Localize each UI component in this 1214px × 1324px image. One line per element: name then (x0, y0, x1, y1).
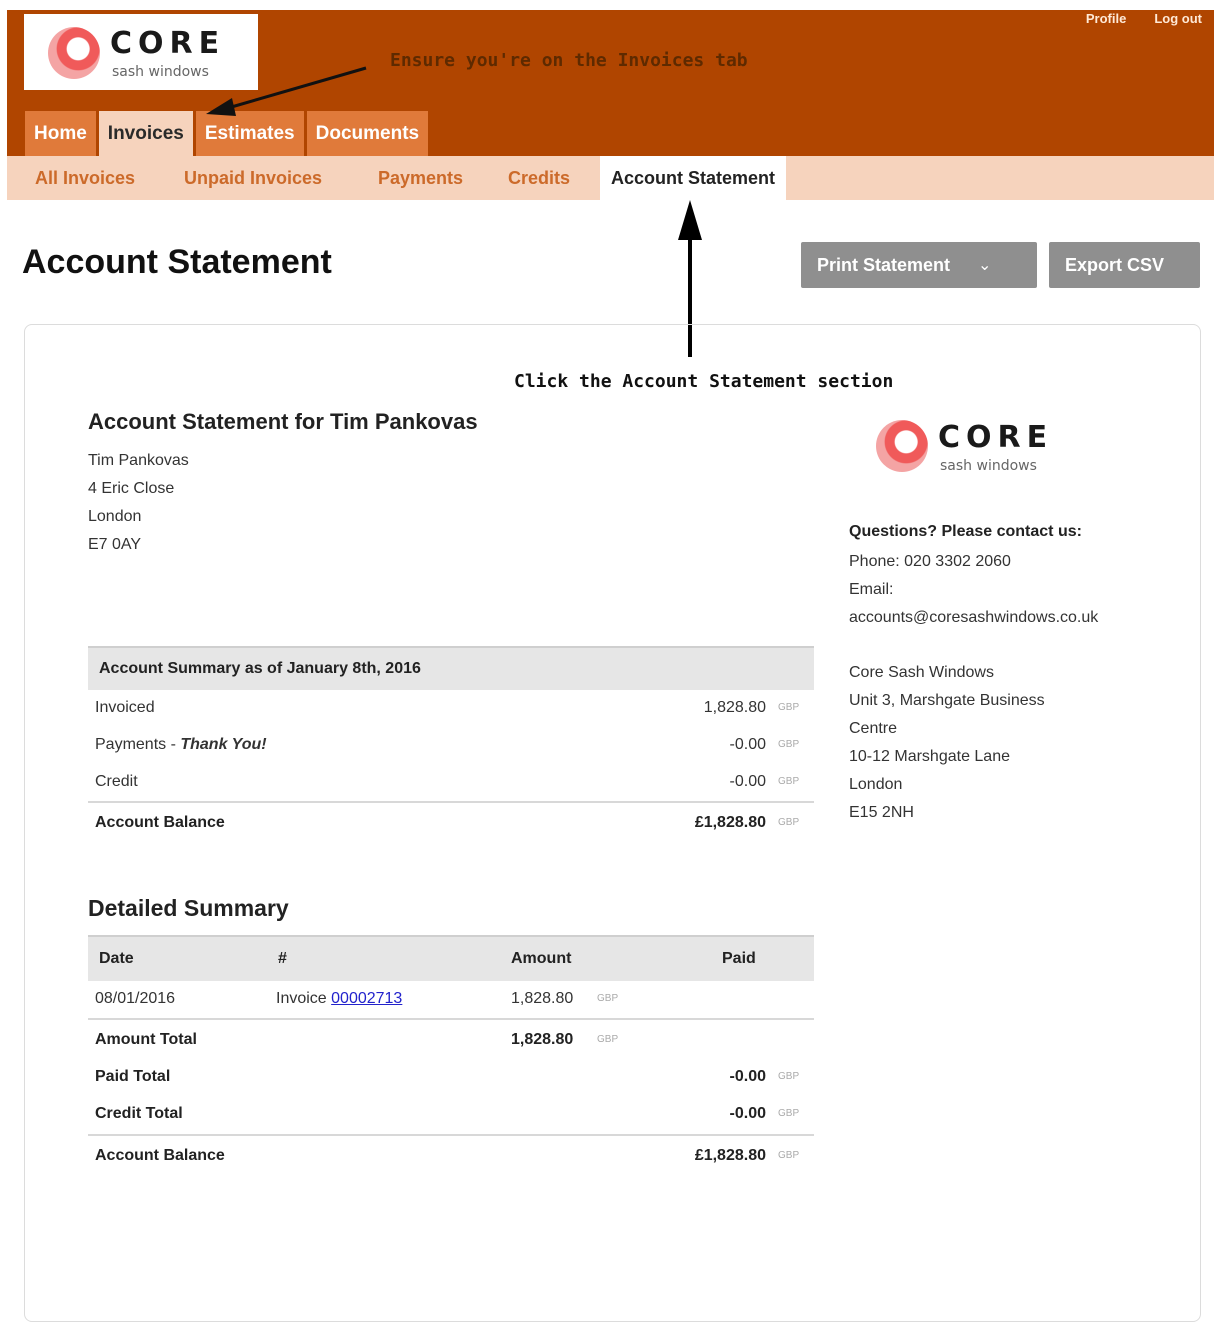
page-title: Account Statement (22, 243, 332, 281)
company-logo-mark-icon (876, 420, 928, 472)
subtab-credits[interactable]: Credits (508, 156, 570, 200)
account-summary-title: Account Summary as of January 8th, 2016 (99, 660, 421, 677)
currency-code: GBP (778, 817, 800, 828)
invoice-link[interactable]: 00002713 (331, 990, 402, 1007)
summary-row-value: -0.00 (729, 773, 766, 790)
tutorial-note-statement: Click the Account Statement section (514, 371, 894, 392)
row-date: 08/01/2016 (95, 990, 176, 1007)
subtab-unpaid-invoices[interactable]: Unpaid Invoices (184, 156, 322, 200)
currency-code: GBP (778, 1071, 800, 1082)
payments-label: Payments - (95, 736, 181, 753)
currency-code: GBP (597, 993, 619, 1004)
summary-row-label: Invoiced (95, 699, 155, 716)
column-paid: Paid (722, 950, 756, 967)
account-summary-header: Account Summary as of January 8th, 2016 (88, 646, 814, 690)
currency-code: GBP (778, 1150, 800, 1161)
summary-row-value: 1,828.80 (703, 699, 766, 716)
company-address-line: London (849, 776, 903, 793)
column-number: # (278, 950, 287, 967)
chevron-down-icon[interactable]: ⌄ (978, 255, 991, 275)
company-address-line: E15 2NH (849, 804, 914, 821)
summary-row-label: Payments - Thank You! (95, 736, 267, 754)
detail-divider (88, 1134, 814, 1136)
detail-divider (88, 1018, 814, 1020)
summary-balance-value: £1,828.80 (694, 814, 766, 831)
company-logo-wordmark: CORE (938, 420, 1054, 455)
print-statement-label: Print Statement (817, 254, 951, 275)
export-csv-button[interactable]: Export CSV (1049, 242, 1200, 288)
print-statement-button[interactable]: Print Statement ⌄ (801, 242, 1037, 288)
detail-balance-value: £1,828.80 (694, 1147, 766, 1164)
amount-total-label: Amount Total (95, 1031, 197, 1048)
credit-total-value: -0.00 (729, 1105, 766, 1122)
company-address-line: Unit 3, Marshgate Business (849, 692, 1045, 709)
company-address-line: 10-12 Marshgate Lane (849, 748, 1010, 765)
column-date: Date (99, 950, 134, 967)
customer-address-line: E7 0AY (88, 536, 142, 553)
customer-address-line: London (88, 508, 142, 525)
subtab-all-invoices[interactable]: All Invoices (35, 156, 135, 200)
detail-balance-label: Account Balance (95, 1147, 225, 1164)
credit-total-label: Credit Total (95, 1105, 183, 1122)
detailed-summary-heading: Detailed Summary (88, 895, 289, 921)
contact-email[interactable]: accounts@coresashwindows.co.uk (849, 609, 1098, 627)
statement-heading: Account Statement for Tim Pankovas (88, 409, 478, 434)
currency-code: GBP (778, 776, 800, 787)
summary-row-label: Credit (95, 773, 138, 790)
row-amount: 1,828.80 (511, 990, 574, 1007)
invoice-subnav: All Invoices Unpaid Invoices Payments Cr… (7, 156, 1214, 200)
subtab-account-statement[interactable]: Account Statement (600, 156, 787, 200)
paid-total-label: Paid Total (95, 1068, 171, 1085)
paid-total-value: -0.00 (729, 1068, 766, 1085)
currency-code: GBP (778, 1108, 800, 1119)
summary-balance-label: Account Balance (95, 814, 225, 831)
currency-code: GBP (778, 739, 800, 750)
customer-address-line: 4 Eric Close (88, 480, 175, 497)
column-amount: Amount (511, 950, 572, 967)
summary-row-value: -0.00 (729, 736, 766, 753)
detail-table-header: Date # Amount Paid (88, 935, 814, 981)
row-reference: Invoice 00002713 (276, 990, 402, 1008)
company-address-line: Centre (849, 720, 898, 737)
contact-phone: Phone: 020 3302 2060 (849, 553, 1011, 570)
customer-address-line: Tim Pankovas (88, 452, 189, 469)
thank-you-text: Thank You! (180, 736, 267, 753)
subtab-payments[interactable]: Payments (378, 156, 463, 200)
contact-email-label: Email: (849, 581, 894, 598)
amount-total-value: 1,828.80 (511, 1031, 574, 1048)
company-address-line: Core Sash Windows (849, 664, 994, 681)
currency-code: GBP (597, 1034, 619, 1045)
currency-code: GBP (778, 702, 800, 713)
summary-divider (88, 801, 814, 803)
contact-heading: Questions? Please contact us: (849, 523, 1082, 540)
company-logo-tagline: sash windows (940, 458, 1037, 474)
invoice-prefix: Invoice (276, 990, 332, 1007)
